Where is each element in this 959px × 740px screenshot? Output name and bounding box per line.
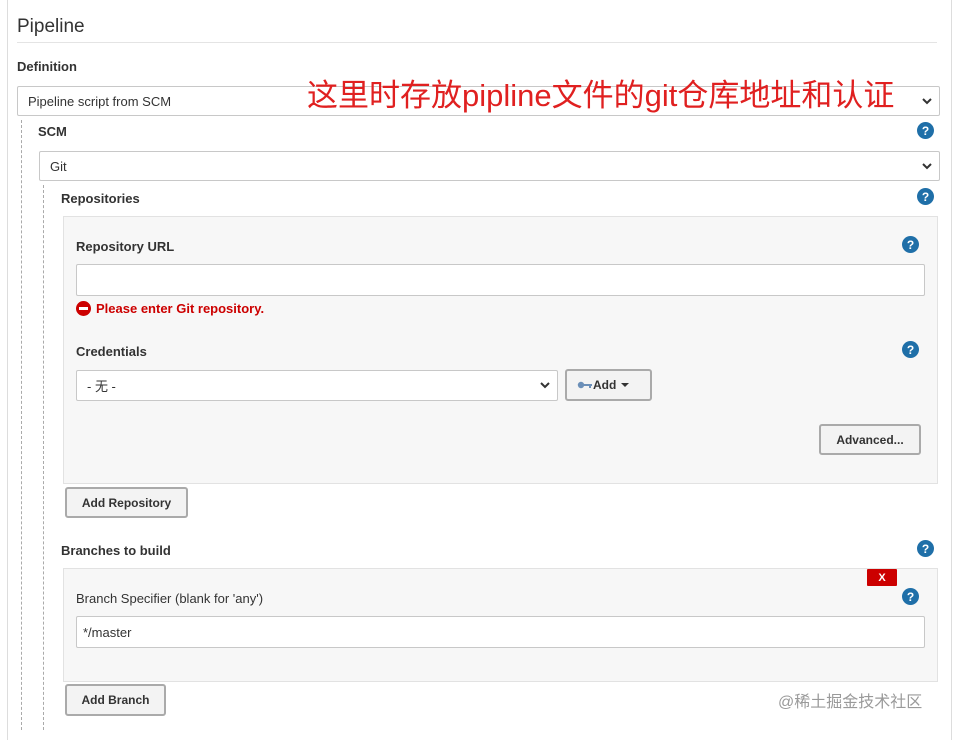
repo-url-help-icon[interactable]: ? — [902, 236, 919, 253]
add-repository-button[interactable]: Add Repository — [65, 487, 188, 518]
caret-down-icon — [621, 383, 630, 387]
credentials-label: Credentials — [76, 344, 147, 359]
repositories-label: Repositories — [61, 191, 140, 206]
section-title: Pipeline — [17, 16, 85, 37]
delete-branch-button[interactable]: X — [867, 569, 897, 586]
branch-specifier-input[interactable]: */master — [76, 616, 925, 648]
branch-specifier-label: Branch Specifier (blank for 'any') — [76, 591, 264, 606]
definition-label: Definition — [17, 59, 77, 74]
credentials-select[interactable]: - 无 - — [76, 370, 558, 401]
nesting-line-git — [43, 185, 44, 730]
add-credentials-button[interactable]: Add — [565, 369, 652, 401]
nesting-line-scm — [21, 120, 22, 730]
chevron-down-icon — [922, 163, 932, 170]
branches-help-icon[interactable]: ? — [917, 540, 934, 557]
definition-selected-value: Pipeline script from SCM — [28, 93, 172, 109]
chevron-down-icon — [922, 98, 932, 105]
credentials-selected-value: - 无 - — [87, 379, 116, 394]
error-icon — [76, 301, 91, 316]
repositories-help-icon[interactable]: ? — [917, 188, 934, 205]
advanced-button[interactable]: Advanced... — [819, 424, 921, 455]
scm-help-icon[interactable]: ? — [917, 122, 934, 139]
add-credentials-label: Add — [593, 378, 617, 392]
repo-url-label: Repository URL — [76, 239, 175, 254]
watermark: @稀土掘金技术社区 — [778, 694, 923, 711]
section-divider — [17, 42, 937, 43]
scm-selected-value: Git — [50, 158, 67, 174]
repo-url-error: Please enter Git repository. — [76, 301, 264, 316]
key-icon — [577, 381, 592, 389]
add-branch-button[interactable]: Add Branch — [65, 684, 166, 716]
branch-specifier-help-icon[interactable]: ? — [902, 588, 919, 605]
scm-select[interactable]: Git — [39, 151, 940, 181]
repo-url-error-text: Please enter Git repository. — [96, 301, 265, 316]
annotation-text: 这里时存放pipline文件的git仓库地址和认证 — [307, 78, 895, 113]
repo-url-input[interactable] — [76, 264, 925, 296]
repository-box — [63, 216, 938, 484]
branches-label: Branches to build — [61, 543, 171, 558]
scm-label: SCM — [38, 124, 67, 139]
credentials-help-icon[interactable]: ? — [902, 341, 919, 358]
chevron-down-icon — [540, 382, 550, 389]
